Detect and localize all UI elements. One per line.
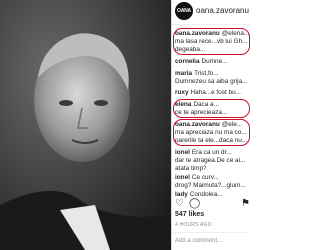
comment-username[interactable]: cornelia: [175, 58, 200, 65]
comment-text: ce te aprecieaza...: [175, 109, 228, 116]
list-item: drog? Maimuta?...glum...: [175, 182, 250, 190]
list-item: ma lasa rece...vb lui Gh...: [175, 38, 250, 46]
comment-username[interactable]: lady: [175, 191, 188, 198]
list-item: oana.zavoranu @elena...: [175, 30, 250, 38]
list-item: ruxy Haha...e fost bu...: [175, 89, 250, 97]
comment-text: atata timp?: [175, 165, 207, 172]
comment-text: ma lasa rece...vb lui Gh...: [175, 38, 248, 45]
comment-text: degeaba...: [175, 46, 206, 53]
comments-panel: OANA oana.zavoranu oana.zavoranu @elena..…: [171, 0, 250, 250]
list-item: maria Trist,fo...: [175, 70, 250, 78]
list-item: oana.zavoranu @ele...: [175, 121, 250, 129]
comment-text: Daca a...: [193, 101, 219, 108]
list-item: atata timp?: [175, 165, 250, 173]
bookmark-icon[interactable]: ⚑: [241, 198, 250, 210]
comment-text: Haha...e fost bu...: [190, 89, 241, 96]
post-timestamp: 4 HOURS AGO: [175, 222, 212, 228]
comment-username[interactable]: ruxy: [175, 89, 189, 96]
comment-text: @elena...: [221, 30, 250, 37]
comment-text: Condolea...: [189, 191, 223, 198]
list-item: ma apreciaza nu ma co...: [175, 129, 250, 137]
comment-text: dar te atragea.De ce ai...: [175, 157, 246, 164]
comment-username[interactable]: oana.zavoranu: [175, 30, 220, 37]
add-comment-input[interactable]: Add a comment...: [172, 232, 250, 250]
list-item: ionel Ce curv...: [175, 174, 250, 182]
likes-count[interactable]: 547 likes: [175, 211, 204, 218]
action-bar: ♡ ◯ ⚑: [175, 198, 250, 210]
comment-text: Dumnezeu sa aiba grija...: [175, 78, 248, 85]
comment-text: drog? Maimuta?...glum...: [175, 182, 246, 189]
comment-text: Ce curv...: [191, 174, 219, 181]
comment-text: @ele...: [221, 121, 243, 128]
list-item: ionel Era ca un dr...: [175, 149, 250, 157]
list-item: parerile ta ele...daca nu...: [175, 137, 250, 145]
list-item: cornelia Dumne...: [175, 58, 250, 66]
list-item: ce te aprecieaza...: [175, 109, 250, 117]
comment-username[interactable]: ionel: [175, 149, 190, 156]
avatar[interactable]: OANA: [175, 2, 193, 20]
comment-username[interactable]: oana.zavoranu: [175, 121, 220, 128]
comment-text: Dumne...: [201, 58, 228, 65]
comment-text: Era ca un dr...: [191, 149, 232, 156]
list-item: dar te atragea.De ce ai...: [175, 157, 250, 165]
list-item: elena Daca a...: [175, 101, 250, 109]
comment-text: parerile ta ele...daca nu...: [175, 137, 248, 144]
post-header: OANA oana.zavoranu: [172, 0, 250, 25]
heart-icon[interactable]: ♡: [175, 198, 184, 210]
post-username[interactable]: oana.zavoranu: [196, 6, 249, 15]
post-photo: [0, 0, 171, 250]
comment-username[interactable]: elena: [175, 101, 191, 108]
comment-icon[interactable]: ◯: [189, 198, 200, 210]
comment-text: ma apreciaza nu ma co...: [175, 129, 247, 136]
comment-text: Trist,fo...: [194, 70, 219, 77]
comment-username[interactable]: maria: [175, 70, 192, 77]
comment-username[interactable]: ionel: [175, 174, 190, 181]
list-item: degeaba...: [175, 46, 250, 54]
list-item: Dumnezeu sa aiba grija...: [175, 78, 250, 86]
